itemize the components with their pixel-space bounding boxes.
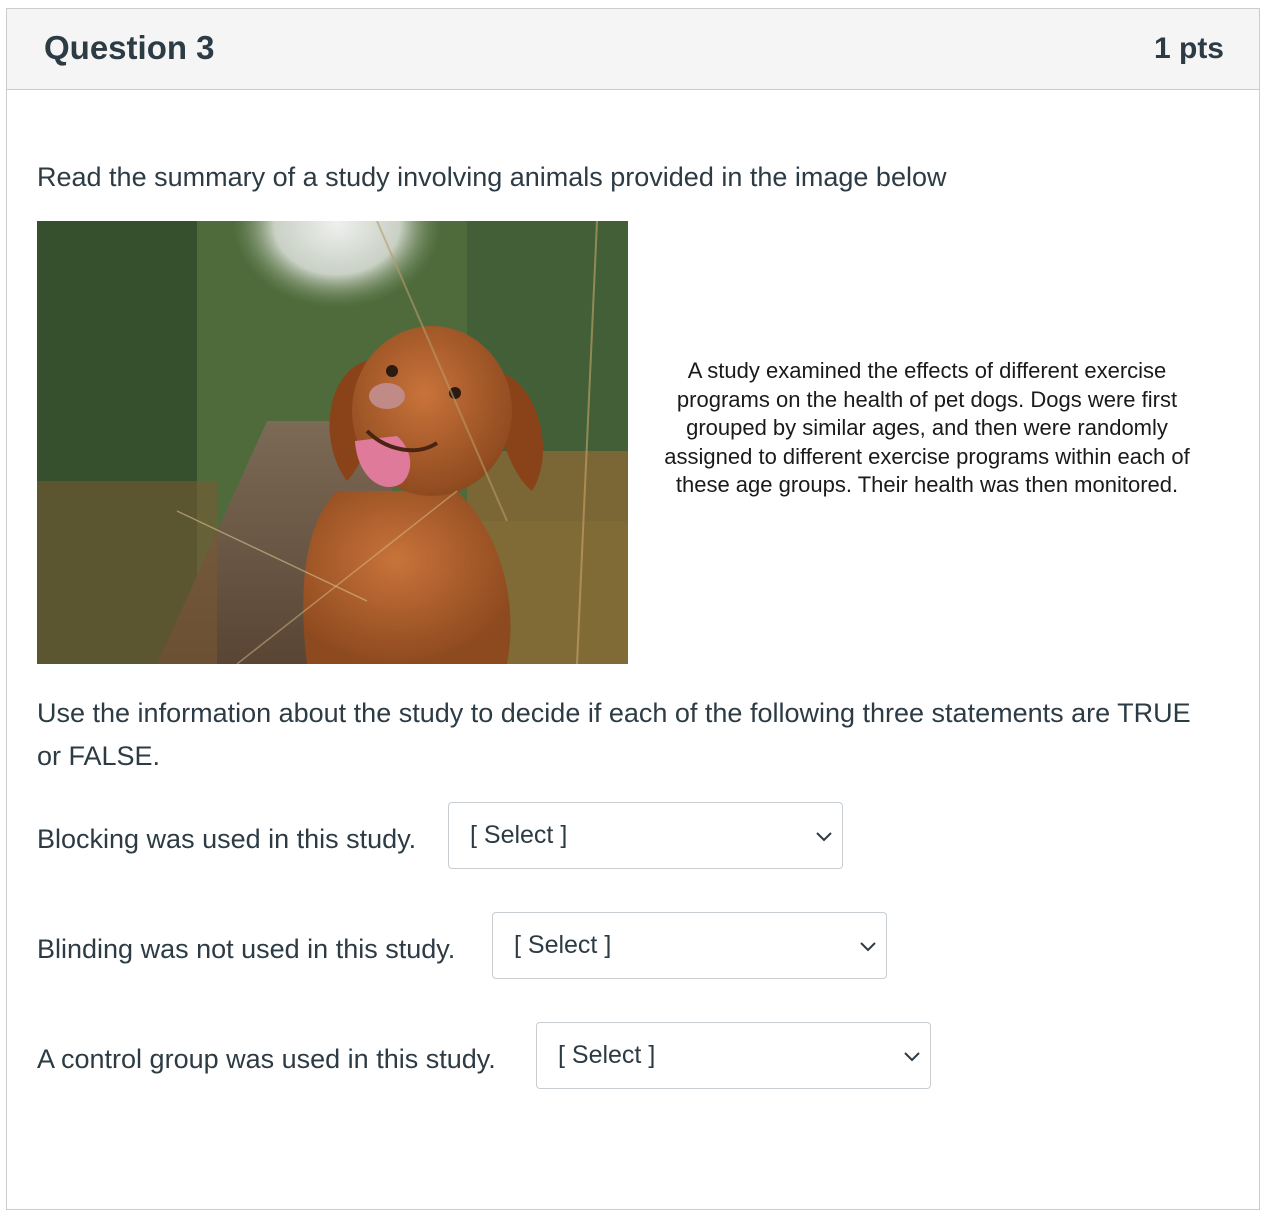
statement-3-select-value: [ Select ]	[558, 1041, 656, 1069]
statement-3-label: A control group was used in this study.	[37, 1044, 496, 1074]
chevron-down-icon	[860, 942, 876, 952]
dog-photo	[37, 221, 628, 664]
question-intro: Read the summary of a study involving an…	[37, 162, 947, 192]
statement-1-select-value: [ Select ]	[470, 821, 568, 849]
statement-2-select[interactable]: [ Select ]	[492, 912, 887, 979]
instructions: Use the information about the study to d…	[37, 698, 1191, 771]
chevron-down-icon	[816, 832, 832, 842]
statement-2-select-value: [ Select ]	[514, 931, 612, 959]
question-header: Question 3 1 pts	[7, 9, 1259, 90]
chevron-down-icon	[904, 1052, 920, 1062]
statement-3-select[interactable]: [ Select ]	[536, 1022, 931, 1089]
study-summary: A study examined the effects of differen…	[664, 358, 1190, 497]
statement-1-label: Blocking was used in this study.	[37, 824, 417, 854]
question-points: 1 pts	[1153, 32, 1224, 65]
statement-1-select[interactable]: [ Select ]	[448, 802, 843, 869]
question-title: Question 3	[44, 29, 215, 66]
statement-2-label: Blinding was not used in this study.	[37, 934, 456, 964]
study-image: A study examined the effects of differen…	[37, 221, 1197, 664]
